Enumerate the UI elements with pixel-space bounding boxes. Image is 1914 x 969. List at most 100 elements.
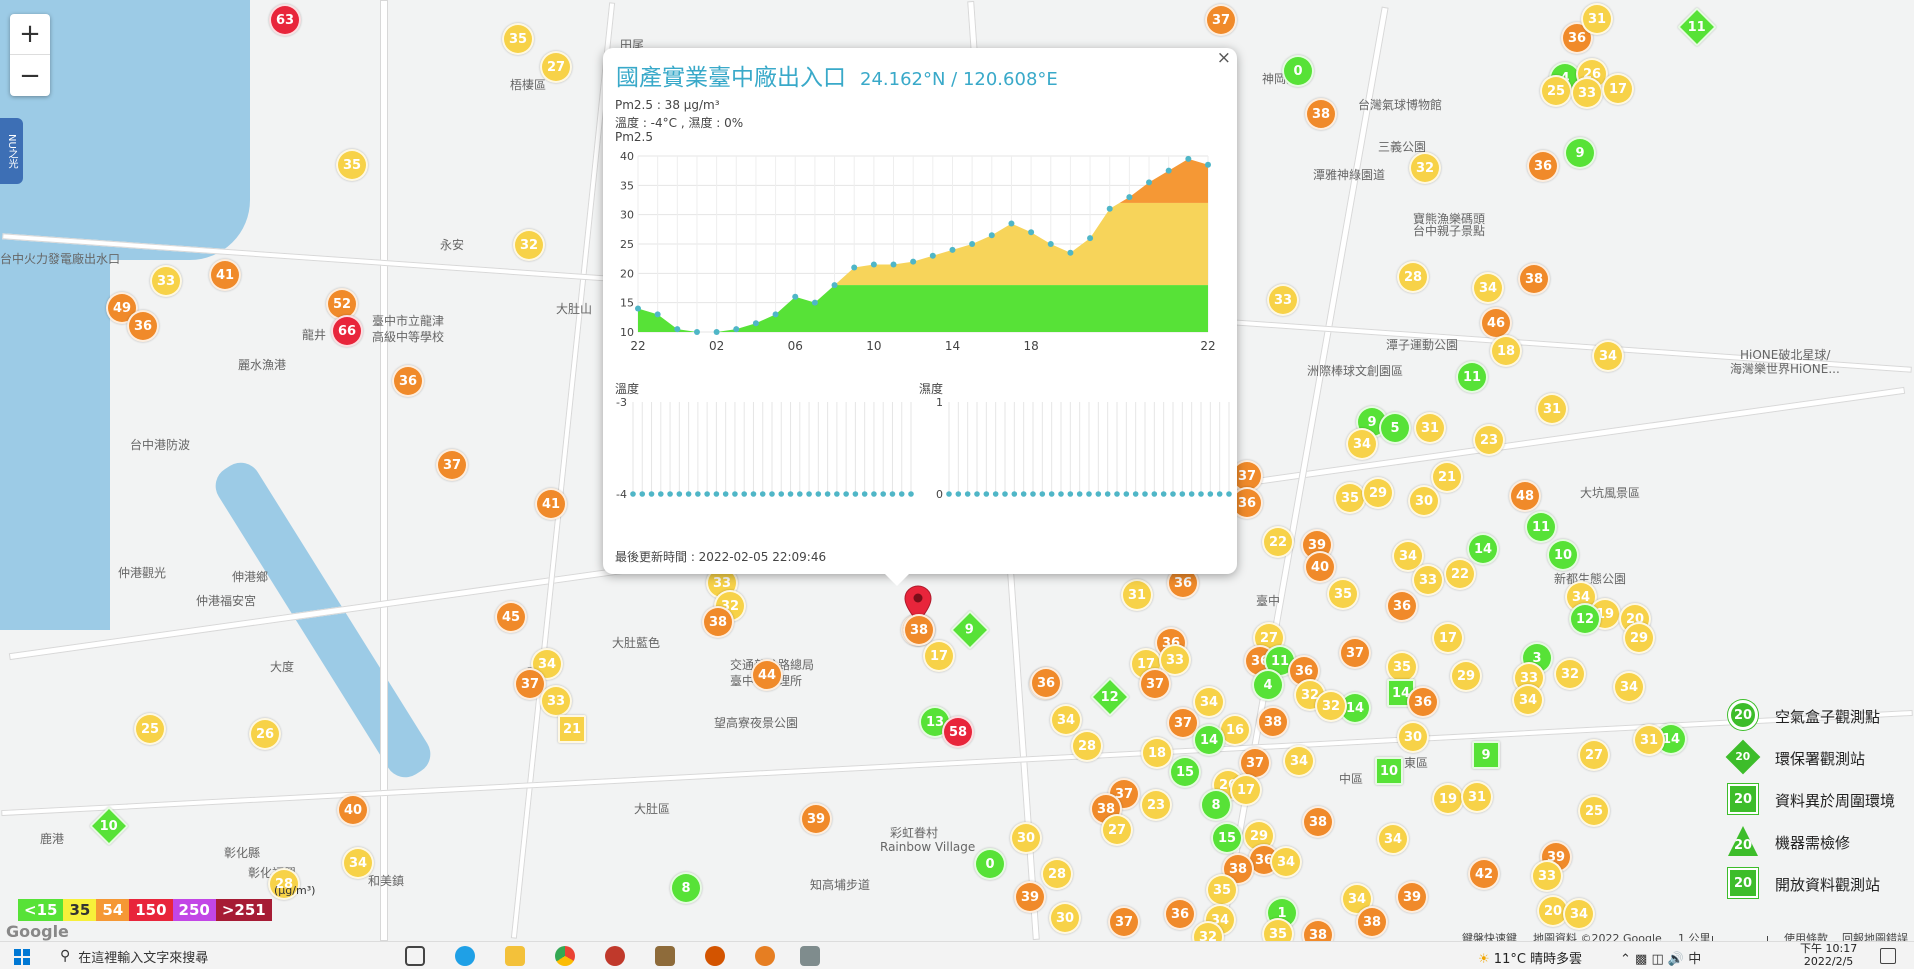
airbox-marker[interactable]: 36 [1407,686,1439,718]
epa-station-marker[interactable]: 12 [1090,677,1130,717]
clock[interactable]: 下午 10:17 2022/2/5 [1800,942,1857,968]
notification-icon[interactable] [1880,948,1896,964]
airbox-marker[interactable]: 11 [1456,361,1488,393]
open-data-station-marker[interactable]: 21 [558,715,586,743]
airbox-marker[interactable]: 23 [1140,789,1172,821]
airbox-marker[interactable]: 34 [1050,704,1082,736]
airbox-marker[interactable]: 38 [702,606,734,638]
airbox-marker[interactable]: 17 [1602,73,1634,105]
airbox-marker[interactable]: 37 [1339,637,1371,669]
airbox-marker[interactable]: 34 [1563,898,1595,930]
airbox-marker[interactable]: 14 [1467,533,1499,565]
app-icon[interactable] [605,946,625,966]
taskbar-search-box[interactable]: ⚲ 在這裡輸入文字來搜尋 [50,944,390,968]
airbox-marker[interactable]: 30 [1397,721,1429,753]
airbox-marker[interactable]: 15 [1169,756,1201,788]
airbox-marker[interactable]: 26 [249,718,281,750]
open-data-station-marker[interactable]: 9 [1472,741,1500,769]
airbox-marker[interactable]: 25 [1578,795,1610,827]
airbox-marker[interactable]: 37 [436,449,468,481]
airbox-marker[interactable]: 38 [1356,906,1388,938]
airbox-marker[interactable]: 10 [1547,539,1579,571]
airbox-marker[interactable]: 35 [1327,578,1359,610]
app-icon[interactable] [755,946,775,966]
airbox-marker[interactable]: 40 [1304,551,1336,583]
airbox-marker[interactable]: 25 [1540,75,1572,107]
epa-station-marker[interactable]: 9 [950,610,990,650]
airbox-marker[interactable]: 31 [1633,724,1665,756]
airbox-marker[interactable]: 28 [1041,858,1073,890]
airbox-marker[interactable]: 31 [1581,3,1613,35]
app-icon[interactable] [655,946,675,966]
airbox-marker[interactable]: 22 [1262,526,1294,558]
airbox-marker[interactable]: 33 [1267,284,1299,316]
airbox-marker[interactable]: 35 [336,149,368,181]
airbox-marker[interactable]: 42 [1468,858,1500,890]
airbox-marker[interactable]: 23 [1473,424,1505,456]
airbox-marker[interactable]: 27 [1578,739,1610,771]
epa-station-marker[interactable]: 10 [89,806,129,846]
airbox-marker[interactable]: 38 [1302,806,1334,838]
airbox-marker[interactable]: 31 [1414,412,1446,444]
airbox-marker[interactable]: 58 [942,716,974,748]
airbox-marker[interactable]: 12 [1569,603,1601,635]
airbox-marker[interactable]: 33 [1571,77,1603,109]
airbox-marker[interactable]: 36 [1030,667,1062,699]
airbox-marker[interactable]: 17 [923,640,955,672]
task-view-icon[interactable] [405,946,425,966]
app-icon[interactable] [800,946,820,966]
popup-close-button[interactable]: × [1217,48,1231,68]
app-icon[interactable] [705,946,725,966]
airbox-marker[interactable]: 38 [1257,706,1289,738]
airbox-marker[interactable]: 31 [1536,393,1568,425]
airbox-marker[interactable]: 45 [495,601,527,633]
airbox-marker[interactable]: 34 [1512,684,1544,716]
open-data-station-marker[interactable]: 10 [1375,757,1403,785]
epa-station-marker[interactable]: 11 [1677,7,1717,47]
zoom-in-button[interactable]: + [10,14,50,55]
airbox-marker[interactable]: 63 [269,4,301,36]
airbox-marker[interactable]: 5 [1379,412,1411,444]
airbox-marker[interactable]: 37 [1139,668,1171,700]
airbox-marker[interactable]: 34 [342,847,374,879]
airbox-marker[interactable]: 34 [1592,340,1624,372]
airbox-marker[interactable]: 39 [1014,881,1046,913]
airbox-marker[interactable]: 38 [1305,98,1337,130]
airbox-marker[interactable]: 30 [1049,902,1081,934]
airbox-marker[interactable]: 48 [1509,480,1541,512]
airbox-marker[interactable]: 15 [1211,822,1243,854]
airbox-marker[interactable]: 8 [670,872,702,904]
airbox-marker[interactable]: 28 [1071,730,1103,762]
file-explorer-icon[interactable] [505,946,525,966]
airbox-marker[interactable]: 35 [502,23,534,55]
airbox-marker[interactable]: 29 [1450,660,1482,692]
airbox-marker[interactable]: 32 [1315,690,1347,722]
zoom-out-button[interactable]: − [10,55,50,96]
airbox-marker[interactable]: 33 [1412,564,1444,596]
airbox-marker[interactable]: 19 [1432,783,1464,815]
airbox-marker[interactable]: 30 [1408,485,1440,517]
airbox-marker[interactable]: 39 [1396,881,1428,913]
airbox-marker[interactable]: 34 [1613,671,1645,703]
airbox-marker[interactable]: 30 [1010,822,1042,854]
airbox-marker[interactable]: 17 [1230,774,1262,806]
airbox-marker[interactable]: 22 [1444,558,1476,590]
weather-widget[interactable]: ☀ 11°C 晴時多雲 [1478,948,1582,967]
airbox-marker[interactable]: 34 [1472,272,1504,304]
airbox-marker[interactable]: 14 [1193,724,1225,756]
airbox-marker[interactable]: 35 [1334,482,1366,514]
airbox-marker[interactable]: 29 [1362,477,1394,509]
airbox-marker[interactable]: 32 [1409,152,1441,184]
selected-station-marker[interactable]: 38 [903,614,935,646]
airbox-marker[interactable]: 34 [1193,686,1225,718]
airbox-marker[interactable]: 40 [337,794,369,826]
airbox-marker[interactable]: 32 [513,229,545,261]
airbox-marker[interactable]: 17 [1432,622,1464,654]
airbox-marker[interactable]: 34 [1346,428,1378,460]
airbox-marker[interactable]: 41 [209,259,241,291]
airbox-marker[interactable]: 36 [1164,898,1196,930]
airbox-marker[interactable]: 34 [1283,745,1315,777]
airbox-marker[interactable]: 8 [1200,789,1232,821]
airbox-marker[interactable]: 0 [974,848,1006,880]
airbox-marker[interactable]: 32 [1554,658,1586,690]
